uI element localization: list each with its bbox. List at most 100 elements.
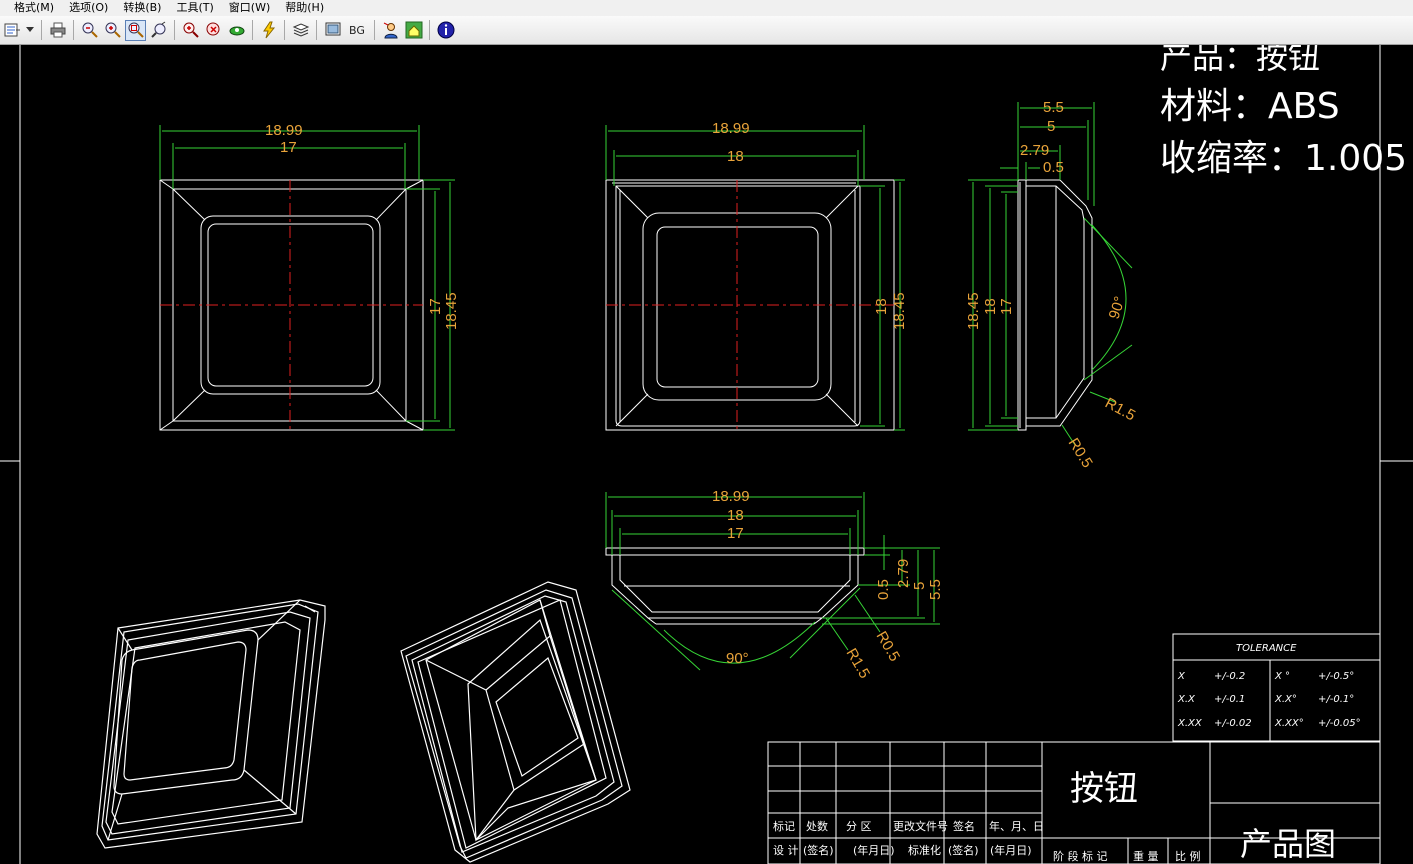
section-width-inner: 17 (727, 525, 744, 542)
section-depth: 5 (911, 582, 928, 590)
tb-standardization: 标准化 (908, 843, 941, 857)
toolbar-separator (174, 20, 175, 40)
front-height-inner: 18 (873, 298, 890, 315)
tol-val-1: +/-0.2 (1214, 671, 1245, 682)
tb-count: 处数 (806, 820, 828, 833)
background-toggle[interactable]: BG (345, 20, 369, 41)
side-height: 18 (982, 298, 999, 315)
info-icon[interactable] (435, 20, 456, 41)
tb-zone: 分 区 (846, 820, 872, 833)
front-height-overall: 18.45 (891, 292, 908, 330)
title-block: 按钮 产品图 标记 处数 分 区 更改文件号 签名 年、月、日 设 计 (签名)… (767, 741, 1381, 864)
tb-design-sign: (签名) (803, 843, 834, 857)
dropdown-arrow-icon[interactable] (24, 20, 36, 41)
side-angle: 90° (1106, 294, 1129, 321)
note-material: 材料：ABS (1160, 86, 1340, 127)
toolbar-separator (284, 20, 285, 40)
toolbar-separator (316, 20, 317, 40)
pan-zoom-icon[interactable] (180, 20, 201, 41)
section-depth-overall: 5.5 (927, 579, 944, 600)
side-height-overall: 18.45 (965, 292, 982, 330)
menu-item-3[interactable]: 工具(T) (168, 0, 220, 16)
tol-val-3: +/-0.02 (1214, 718, 1252, 729)
print-icon[interactable] (47, 20, 68, 41)
top-width-overall: 18.99 (265, 122, 303, 139)
top-height-overall: 18.45 (443, 292, 460, 330)
menu-item-1[interactable]: 选项(O) (61, 0, 115, 16)
layers-icon[interactable] (290, 20, 311, 41)
zoom-realtime-icon[interactable] (148, 20, 169, 41)
side-radius-small: R0.5 (1065, 435, 1096, 471)
drawing-canvas[interactable]: 18.99 17 17 18.45 18.99 18 18 18.45 5.5 … (0, 45, 1413, 864)
side-radius-large: R1.5 (1102, 395, 1138, 425)
tb-signature: 签名 (953, 819, 975, 833)
display-icon[interactable] (322, 20, 343, 41)
part-name: 按钮 (1070, 769, 1138, 809)
tb-change-doc: 更改文件号 (893, 819, 948, 833)
tb-std-sign: (签名) (948, 843, 979, 857)
toolbar-separator (41, 20, 42, 40)
3d-orbit-icon[interactable] (226, 20, 247, 41)
note-shrinkage: 收缩率：1.005 (1160, 138, 1407, 179)
front-view: 18.99 18 18 18.45 (605, 120, 908, 431)
section-view: 18.99 18 17 0.5 2.79 5 5.5 90° R0.5 R1.5 (605, 488, 944, 682)
toolbar-separator (429, 20, 430, 40)
tb-stage-mark: 阶 段 标 记 (1053, 849, 1108, 863)
menu-item-2[interactable]: 转换(B) (115, 0, 168, 16)
front-width-inner: 18 (727, 148, 744, 165)
section-radius-large: R1.5 (843, 646, 874, 682)
tol-angle-val-2: +/-0.1° (1318, 694, 1354, 705)
side-depth-partial: 2.79 (1020, 142, 1049, 159)
home-icon[interactable] (403, 20, 424, 41)
tb-design-date: (年月日) (853, 843, 895, 857)
menu-item-4[interactable]: 窗口(W) (221, 0, 277, 16)
zoom-in-icon[interactable] (102, 20, 123, 41)
isometric-view-right (400, 581, 631, 863)
tol-angle-val-1: +/-0.5° (1318, 671, 1354, 682)
zoom-window-icon[interactable] (125, 19, 146, 41)
open-file-icon[interactable] (1, 20, 22, 41)
section-radius-small: R0.5 (873, 629, 904, 665)
toolbar-separator (374, 20, 375, 40)
menu-item-0[interactable]: 格式(M) (0, 0, 61, 16)
isometric-view-left (96, 599, 326, 849)
side-view: 5.5 5 2.79 0.5 18.45 18 17 90° R1.5 R0.5 (965, 99, 1138, 471)
zoom-previous-icon[interactable] (203, 20, 224, 41)
tol-angle-val-3: +/-0.05° (1318, 718, 1361, 729)
top-height-inner: 17 (427, 298, 444, 315)
note-product: 产品：按钮 (1160, 45, 1320, 76)
tolerance-title: TOLERANCE (1236, 643, 1297, 654)
tol-angle-key-1: X ° (1274, 671, 1290, 682)
top-view: 18.99 17 17 18.45 (159, 122, 460, 431)
toolbar-separator (73, 20, 74, 40)
side-height-inner: 17 (998, 298, 1015, 315)
section-width-overall: 18.99 (712, 488, 750, 505)
side-depth: 5 (1047, 118, 1055, 135)
tb-date: 年、月、日 (989, 819, 1044, 833)
tol-val-2: +/-0.1 (1214, 694, 1245, 705)
zoom-out-icon[interactable] (79, 20, 100, 41)
tol-angle-key-2: X.X° (1274, 694, 1297, 705)
user-icon[interactable] (380, 20, 401, 41)
tolerance-table: TOLERANCE X +/-0.2 X ° +/-0.5° X.X +/-0.… (1172, 633, 1381, 742)
front-width-overall: 18.99 (712, 120, 750, 137)
side-lip-thickness: 0.5 (1043, 159, 1064, 176)
top-width-inner: 17 (280, 139, 297, 156)
tb-design: 设 计 (773, 844, 799, 857)
toolbar: BG (0, 16, 1413, 45)
drawing-type: 产品图 (1240, 825, 1336, 863)
product-notes: 产品：按钮 材料：ABS 收缩率：1.005 (1160, 45, 1407, 179)
menu-bar: 格式(M) 选项(O) 转换(B) 工具(T) 窗口(W) 帮助(H) (0, 0, 1413, 16)
tol-key-1: X (1177, 671, 1186, 682)
side-depth-overall: 5.5 (1043, 99, 1064, 116)
lightning-icon[interactable] (258, 20, 279, 41)
section-width: 18 (727, 507, 744, 524)
bg-label: BG (349, 23, 365, 37)
tol-key-3: X.XX (1177, 718, 1203, 729)
tol-key-2: X.X (1177, 694, 1196, 705)
menu-item-5[interactable]: 帮助(H) (277, 0, 331, 16)
toolbar-separator (252, 20, 253, 40)
tb-mark: 标记 (773, 819, 795, 833)
section-depth-partial: 2.79 (895, 559, 912, 588)
tb-scale: 比 例 (1175, 849, 1201, 863)
